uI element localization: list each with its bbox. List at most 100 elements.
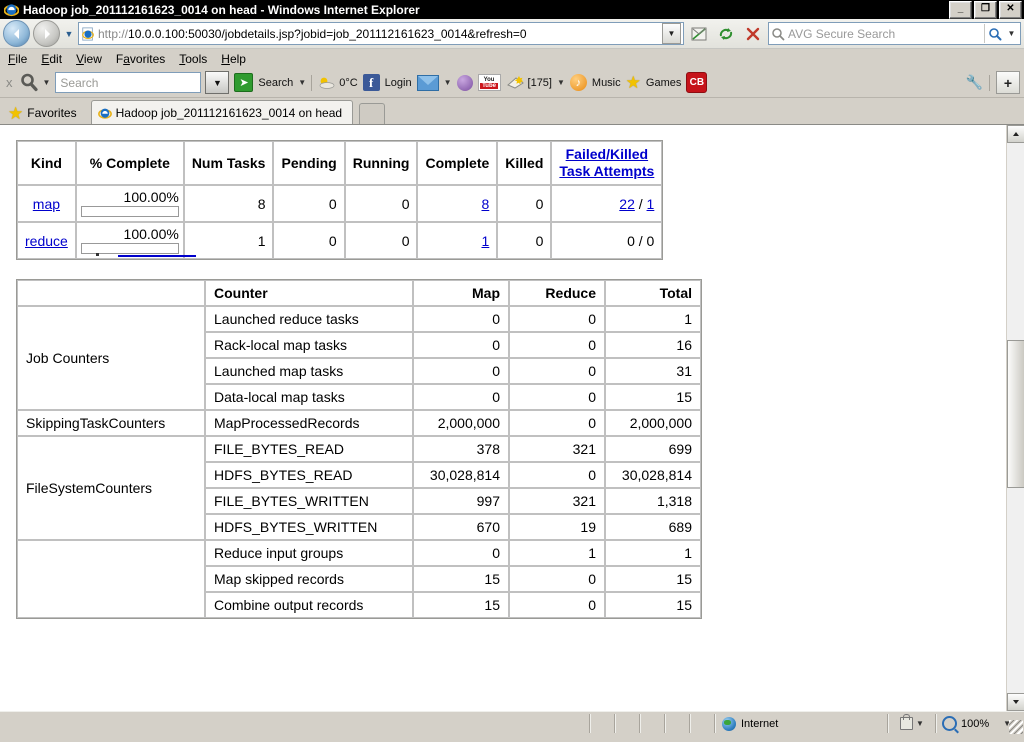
scrollbar-thumb[interactable] (1007, 340, 1024, 488)
scrolled-link-underline[interactable] (118, 255, 196, 257)
back-arrow-icon (13, 28, 19, 39)
avg-magnifier-icon[interactable] (20, 73, 40, 93)
cell-kind[interactable]: map (17, 185, 76, 222)
close-button[interactable]: ✕ (999, 1, 1022, 19)
facebook-icon[interactable]: f (362, 74, 380, 91)
menu-item-help[interactable]: Help (221, 52, 246, 66)
cell-num-tasks: 8 (183, 185, 274, 222)
counter-map-value: 15 (413, 592, 509, 618)
chevron-up-icon (1013, 132, 1019, 136)
status-cell-1 (590, 714, 615, 733)
failed-attempts-link[interactable]: 22 (619, 196, 635, 212)
avg-search-go-icon[interactable]: ➤ (234, 73, 254, 92)
avg-weather-widget[interactable]: 0°C (317, 76, 358, 90)
resize-grip[interactable] (1009, 720, 1023, 734)
ie-search-box[interactable]: AVG Secure Search ▼ (768, 22, 1021, 45)
cell-failed-killed[interactable]: 22 / 1 (551, 185, 663, 222)
table-row: FileSystemCounters FILE_BYTES_READ 378 3… (17, 436, 701, 540)
page-icon (82, 26, 94, 41)
avg-close-button[interactable]: x (4, 75, 15, 90)
favorites-button[interactable]: ★ Favorites (6, 102, 83, 124)
counter-group-name: FileSystemCounters (17, 436, 205, 540)
kind-link-reduce[interactable]: reduce (25, 233, 68, 249)
window-title-bar: Hadoop job_201112161623_0014 on head - W… (0, 0, 1024, 19)
header-failed-killed-task-attempts[interactable]: Failed/Killed Task Attempts (551, 141, 663, 185)
youtube-icon-line2: Tube (480, 82, 498, 89)
menu-item-tools[interactable]: Tools (179, 52, 207, 66)
complete-link[interactable]: 8 (481, 196, 489, 212)
complete-link[interactable]: 1 (481, 233, 489, 249)
counter-reduce-value: 19 (509, 514, 605, 540)
vertical-scrollbar[interactable] (1006, 125, 1024, 711)
cell-complete[interactable]: 8 (417, 185, 498, 222)
menu-item-favorites[interactable]: Favorites (116, 52, 165, 66)
notes-dropdown[interactable]: ▼ (557, 78, 565, 87)
protected-mode-indicator[interactable]: ▼ (888, 714, 936, 733)
security-zone-indicator[interactable]: Internet (715, 714, 888, 733)
counter-reduce-value: 0 (509, 332, 605, 358)
ie-search-go-button[interactable] (984, 24, 1005, 43)
counter-name: Reduce input groups (205, 540, 413, 566)
menu-item-view[interactable]: View (76, 52, 102, 66)
table-row: Reduce input groups 0 1 1 (17, 540, 701, 618)
counter-total-value: 699 (605, 436, 701, 462)
table-row: map 100.00% 8 0 0 8 0 22 / 1 (17, 185, 663, 222)
notes-widget[interactable]: [175] (506, 75, 552, 90)
cell-kind[interactable]: reduce (17, 222, 76, 259)
failed-killed-header-link[interactable]: Failed/Killed Task Attempts (559, 146, 654, 180)
youtube-icon[interactable]: You Tube (477, 74, 501, 91)
avg-search-button[interactable]: Search (258, 77, 293, 89)
add-toolbar-button[interactable]: + (996, 71, 1020, 94)
back-button[interactable] (3, 20, 30, 47)
killed-attempts-link[interactable]: 1 (647, 196, 655, 212)
counter-name: FILE_BYTES_WRITTEN (205, 488, 413, 514)
avg-search-input[interactable]: Search (55, 72, 202, 93)
scroll-up-button[interactable] (1007, 125, 1024, 143)
header-group-blank (17, 280, 205, 306)
cell-num-tasks: 1 (183, 222, 274, 259)
purple-circle-icon[interactable] (456, 74, 473, 91)
facebook-login-label[interactable]: Login (385, 77, 412, 89)
ie-search-dropdown-button[interactable]: ▼ (1005, 29, 1018, 38)
avg-search-input-dropdown[interactable]: ▼ (205, 71, 230, 94)
refresh-button[interactable] (714, 22, 738, 46)
mail-icon[interactable] (416, 74, 439, 91)
avg-logo-dropdown[interactable]: ▼ (43, 78, 51, 87)
ie-search-input[interactable]: AVG Secure Search (785, 27, 984, 41)
recent-pages-button[interactable]: ▼ (63, 29, 75, 39)
minimize-button[interactable]: _ (949, 1, 972, 19)
address-input[interactable]: http://10.0.0.100:50030/jobdetails.jsp?j… (78, 22, 684, 45)
cell-killed: 0 (497, 222, 552, 259)
games-star-icon[interactable]: ★ (626, 74, 641, 91)
maximize-button[interactable]: ❐ (974, 1, 997, 19)
counter-reduce-value: 0 (509, 462, 605, 488)
mail-dropdown[interactable]: ▼ (444, 78, 452, 87)
header-total: Total (605, 280, 701, 306)
menu-item-edit[interactable]: Edit (41, 52, 62, 66)
browser-tab[interactable]: Hadoop job_201112161623_0014 on head (90, 100, 354, 124)
notes-count: [175] (527, 76, 552, 89)
games-label[interactable]: Games (646, 77, 681, 89)
scroll-down-button[interactable] (1007, 693, 1024, 711)
kind-link-map[interactable]: map (33, 196, 60, 212)
close-x-icon (746, 27, 760, 40)
wrench-icon[interactable]: 🔧 (966, 74, 983, 91)
avg-search-button-dropdown[interactable]: ▼ (298, 78, 306, 87)
stop-button[interactable] (741, 22, 765, 46)
music-icon[interactable]: ♪ (569, 74, 587, 91)
status-cell-3 (640, 714, 665, 733)
address-dropdown-button[interactable]: ▼ (662, 23, 681, 44)
music-label[interactable]: Music (592, 77, 621, 89)
address-url-text: http://10.0.0.100:50030/jobdetails.jsp?j… (98, 27, 662, 41)
counter-total-value: 30,028,814 (605, 462, 701, 488)
magnifier-icon (21, 73, 38, 92)
cb-icon[interactable]: CB (686, 72, 708, 93)
cell-complete[interactable]: 1 (417, 222, 498, 259)
forward-button[interactable] (33, 20, 60, 47)
avg-weather-temp: 0°C (339, 76, 358, 89)
menu-item-file[interactable]: File (8, 52, 27, 66)
compatibility-view-button[interactable] (687, 22, 711, 46)
failed-killed-line2: Task Attempts (559, 163, 655, 179)
new-tab-button[interactable] (359, 103, 386, 124)
protected-mode-dropdown[interactable]: ▼ (916, 719, 924, 728)
